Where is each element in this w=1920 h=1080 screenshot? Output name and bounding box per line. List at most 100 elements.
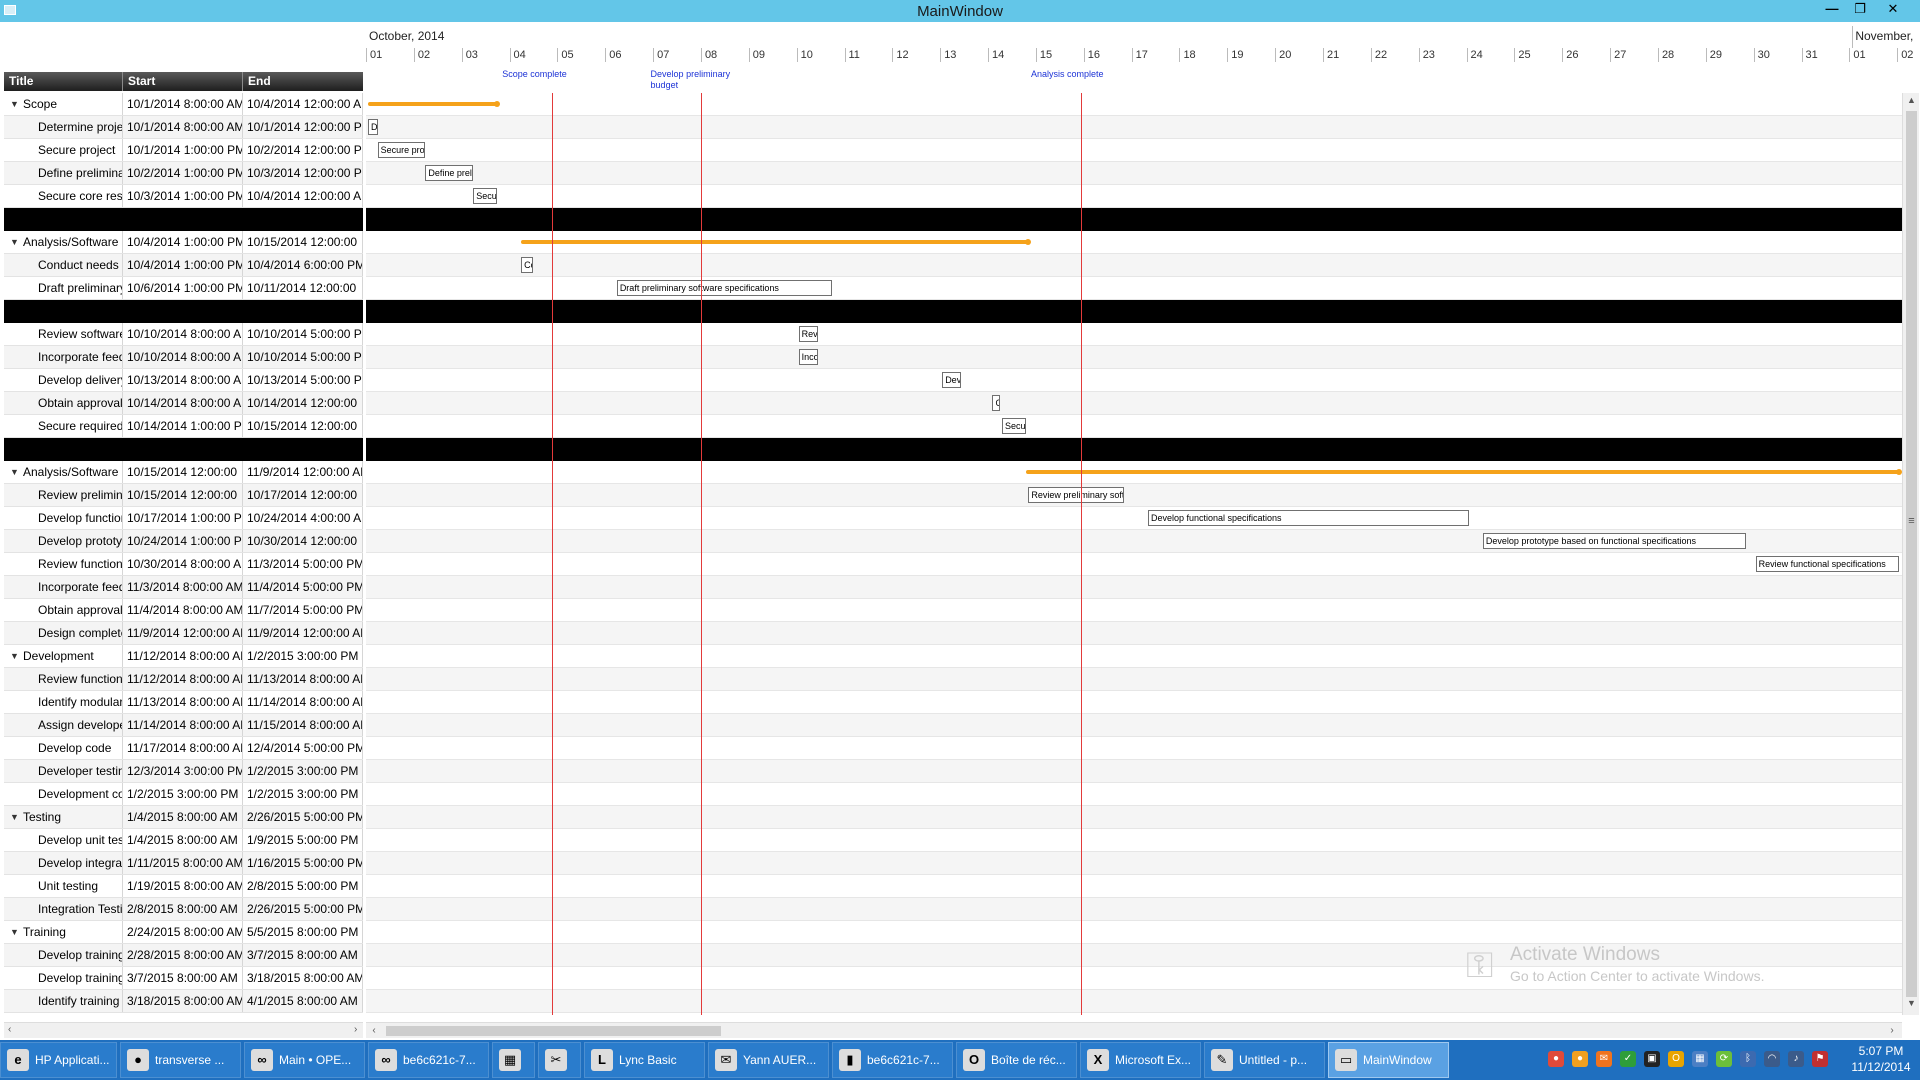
title-cell[interactable]: Review software [4, 323, 123, 345]
task-row[interactable]: Assign developers11/14/2014 8:00:00 AM11… [4, 714, 363, 737]
start-cell[interactable]: 10/24/2014 1:00:00 PM [123, 530, 243, 552]
start-cell[interactable]: 10/4/2014 1:00:00 PM [123, 231, 243, 253]
expand-collapse-icon[interactable]: ▼ [10, 921, 19, 943]
title-cell[interactable]: ▼ Development [4, 645, 123, 667]
start-cell[interactable]: 10/30/2014 8:00:00 AM [123, 553, 243, 575]
title-cell[interactable]: Identify training [4, 990, 123, 1012]
scroll-right-arrow-icon[interactable]: › [354, 1024, 357, 1035]
end-cell[interactable]: 1/2/2015 3:00:00 PM [243, 645, 363, 667]
task-bar[interactable]: Review functional specifications [1755, 556, 1900, 572]
grid-horizontal-scrollbar[interactable]: ‹ › [4, 1022, 363, 1038]
title-cell[interactable]: Draft preliminary [4, 277, 123, 299]
start-cell[interactable]: 10/10/2014 8:00:00 AM [123, 346, 243, 368]
title-cell[interactable]: Develop code [4, 737, 123, 759]
end-cell[interactable]: 10/11/2014 12:00:00 [243, 277, 363, 299]
check-tray-icon[interactable]: ✓ [1620, 1051, 1636, 1067]
system-clock[interactable]: 5:07 PM 11/12/2014 [1845, 1043, 1917, 1075]
end-cell[interactable]: 10/4/2014 12:00:00 AM [243, 185, 363, 207]
start-cell[interactable]: 11/9/2014 12:00:00 AM [123, 622, 243, 644]
start-cell[interactable]: 11/4/2014 8:00:00 AM [123, 599, 243, 621]
task-row[interactable]: Developer testing 12/3/2014 3:00:00 PM 1/2… [4, 760, 363, 783]
end-cell[interactable]: 10/3/2014 12:00:00 PM [243, 162, 363, 184]
start-cell[interactable]: 10/17/2014 1:00:00 PM [123, 507, 243, 529]
end-cell[interactable]: 10/4/2014 12:00:00 AM [243, 93, 363, 115]
end-cell[interactable]: 11/9/2014 12:00:00 AM [243, 622, 363, 644]
end-cell[interactable]: 4/1/2015 8:00:00 AM [243, 990, 363, 1012]
title-cell[interactable]: Unit testing [4, 875, 123, 897]
taskbar-button[interactable]: ▮ be6c621c-7... [832, 1042, 953, 1078]
taskbar-button[interactable]: O Boîte de réc... [956, 1042, 1077, 1078]
taskbar-button[interactable]: ✂ [538, 1042, 581, 1078]
expand-collapse-icon[interactable]: ▼ [10, 806, 19, 828]
group-row[interactable]: ▼ Scope 10/1/2014 8:00:00 AM 10/4/2014 12:0… [4, 93, 363, 116]
group-row[interactable]: ▼ Analysis/Software 10/4/2014 1:00:00 PM 10… [4, 231, 363, 254]
task-row[interactable]: Design complete 11/9/2014 12:00:00 AM 11/9… [4, 622, 363, 645]
task-row[interactable]: Develop functional10/17/2014 1:00:00 PM1… [4, 507, 363, 530]
end-cell[interactable]: 1/9/2015 5:00:00 PM [243, 829, 363, 851]
taskbar-button[interactable]: ▭ MainWindow [1328, 1042, 1449, 1078]
start-cell[interactable]: 10/2/2014 1:00:00 PM [123, 162, 243, 184]
end-cell[interactable]: 10/24/2014 4:00:00 AM [243, 507, 363, 529]
flag-tray-icon[interactable]: ⚑ [1812, 1051, 1828, 1067]
title-cell[interactable]: ▼ Analysis/Software [4, 461, 123, 483]
start-cell[interactable]: 12/3/2014 3:00:00 PM [123, 760, 243, 782]
start-cell[interactable]: 11/17/2014 8:00:00 AM [123, 737, 243, 759]
end-cell[interactable]: 11/13/2014 8:00:00 AM [243, 668, 363, 690]
end-cell[interactable]: 10/15/2014 12:00:00 [243, 231, 363, 253]
title-cell[interactable]: Develop integration [4, 852, 123, 874]
task-row[interactable]: Draft preliminary 10/6/2014 1:00:00 PM 10/… [4, 277, 363, 300]
start-cell[interactable]: 10/3/2014 1:00:00 PM [123, 185, 243, 207]
summary-bar[interactable] [521, 239, 1032, 245]
title-cell[interactable]: Integration Testing [4, 898, 123, 920]
task-bar[interactable]: Develop prototype based on functional sp… [1482, 533, 1747, 549]
app-tray-icon[interactable]: ✉ [1596, 1051, 1612, 1067]
start-cell[interactable]: 1/19/2015 8:00:00 AM [123, 875, 243, 897]
task-bar[interactable]: Secure project [377, 142, 426, 158]
task-bar[interactable]: Obtain approvals [992, 395, 1000, 411]
end-cell[interactable]: 1/2/2015 3:00:00 PM [243, 783, 363, 805]
task-row[interactable]: Review software 10/10/2014 8:00:00 AM 10/1… [4, 323, 363, 346]
title-cell[interactable]: Assign developers [4, 714, 123, 736]
start-cell[interactable]: 3/18/2015 8:00:00 AM [123, 990, 243, 1012]
start-cell[interactable]: 1/4/2015 8:00:00 AM [123, 829, 243, 851]
title-cell[interactable]: Review functional [4, 553, 123, 575]
terminal-tray-icon[interactable]: ▣ [1644, 1051, 1660, 1067]
start-cell[interactable]: 3/7/2015 8:00:00 AM [123, 967, 243, 989]
title-cell[interactable]: Develop functional [4, 507, 123, 529]
title-cell[interactable]: Develop training [4, 944, 123, 966]
start-cell[interactable]: 10/1/2014 1:00:00 PM [123, 139, 243, 161]
title-cell[interactable]: Secure core resources [4, 185, 123, 207]
title-cell[interactable]: Determine project [4, 116, 123, 138]
scroll-left-arrow-icon[interactable]: ‹ [366, 1023, 382, 1039]
taskbar-button[interactable]: L Lync Basic [584, 1042, 705, 1078]
end-cell[interactable]: 10/15/2014 12:00:00 [243, 415, 363, 437]
task-row[interactable]: Obtain approvals 11/4/2014 8:00:00 AM 11/7… [4, 599, 363, 622]
task-row[interactable]: Develop unit tests1/4/2015 8:00:00 AM1/9… [4, 829, 363, 852]
task-row[interactable]: Secure core resources10/3/2014 1:00:00 P… [4, 185, 363, 208]
start-cell[interactable]: 1/4/2015 8:00:00 AM [123, 806, 243, 828]
task-row[interactable]: Incorporate feedback10/10/2014 8:00:00 A… [4, 346, 363, 369]
group-row[interactable]: ▼ Development 11/12/2014 8:00:00 AM 1/2/201… [4, 645, 363, 668]
task-row[interactable]: Develop integration1/11/2015 8:00:00 AM1… [4, 852, 363, 875]
task-bar[interactable]: Incorporate feedback [798, 349, 818, 365]
title-cell[interactable]: Obtain approvals [4, 599, 123, 621]
task-row[interactable]: Integration Testing2/8/2015 8:00:00 AM2/… [4, 898, 363, 921]
title-cell[interactable]: Develop prototype [4, 530, 123, 552]
notification-tray-icon[interactable]: ● [1572, 1051, 1588, 1067]
task-row[interactable]: Develop training 2/28/2015 8:00:00 AM 3/7/… [4, 944, 363, 967]
expand-collapse-icon[interactable]: ▼ [10, 93, 19, 115]
start-cell[interactable]: 10/13/2014 8:00:00 AM [123, 369, 243, 391]
title-cell[interactable]: Developer testing [4, 760, 123, 782]
end-cell[interactable]: 1/16/2015 5:00:00 PM [243, 852, 363, 874]
task-bar[interactable]: Determine project [368, 119, 378, 135]
start-cell[interactable]: 10/15/2014 12:00:00 [123, 461, 243, 483]
expand-collapse-icon[interactable]: ▼ [10, 645, 19, 667]
title-cell[interactable]: Conduct needs [4, 254, 123, 276]
taskbar-button[interactable]: e HP Applicati... [0, 1042, 117, 1078]
taskbar-button[interactable]: ∞ be6c621c-7... [368, 1042, 489, 1078]
title-cell[interactable]: Review preliminary [4, 484, 123, 506]
end-cell[interactable]: 11/3/2014 5:00:00 PM [243, 553, 363, 575]
task-bar[interactable]: Review preliminary software [1028, 487, 1125, 503]
start-cell[interactable]: 10/6/2014 1:00:00 PM [123, 277, 243, 299]
title-cell[interactable]: Develop training [4, 967, 123, 989]
